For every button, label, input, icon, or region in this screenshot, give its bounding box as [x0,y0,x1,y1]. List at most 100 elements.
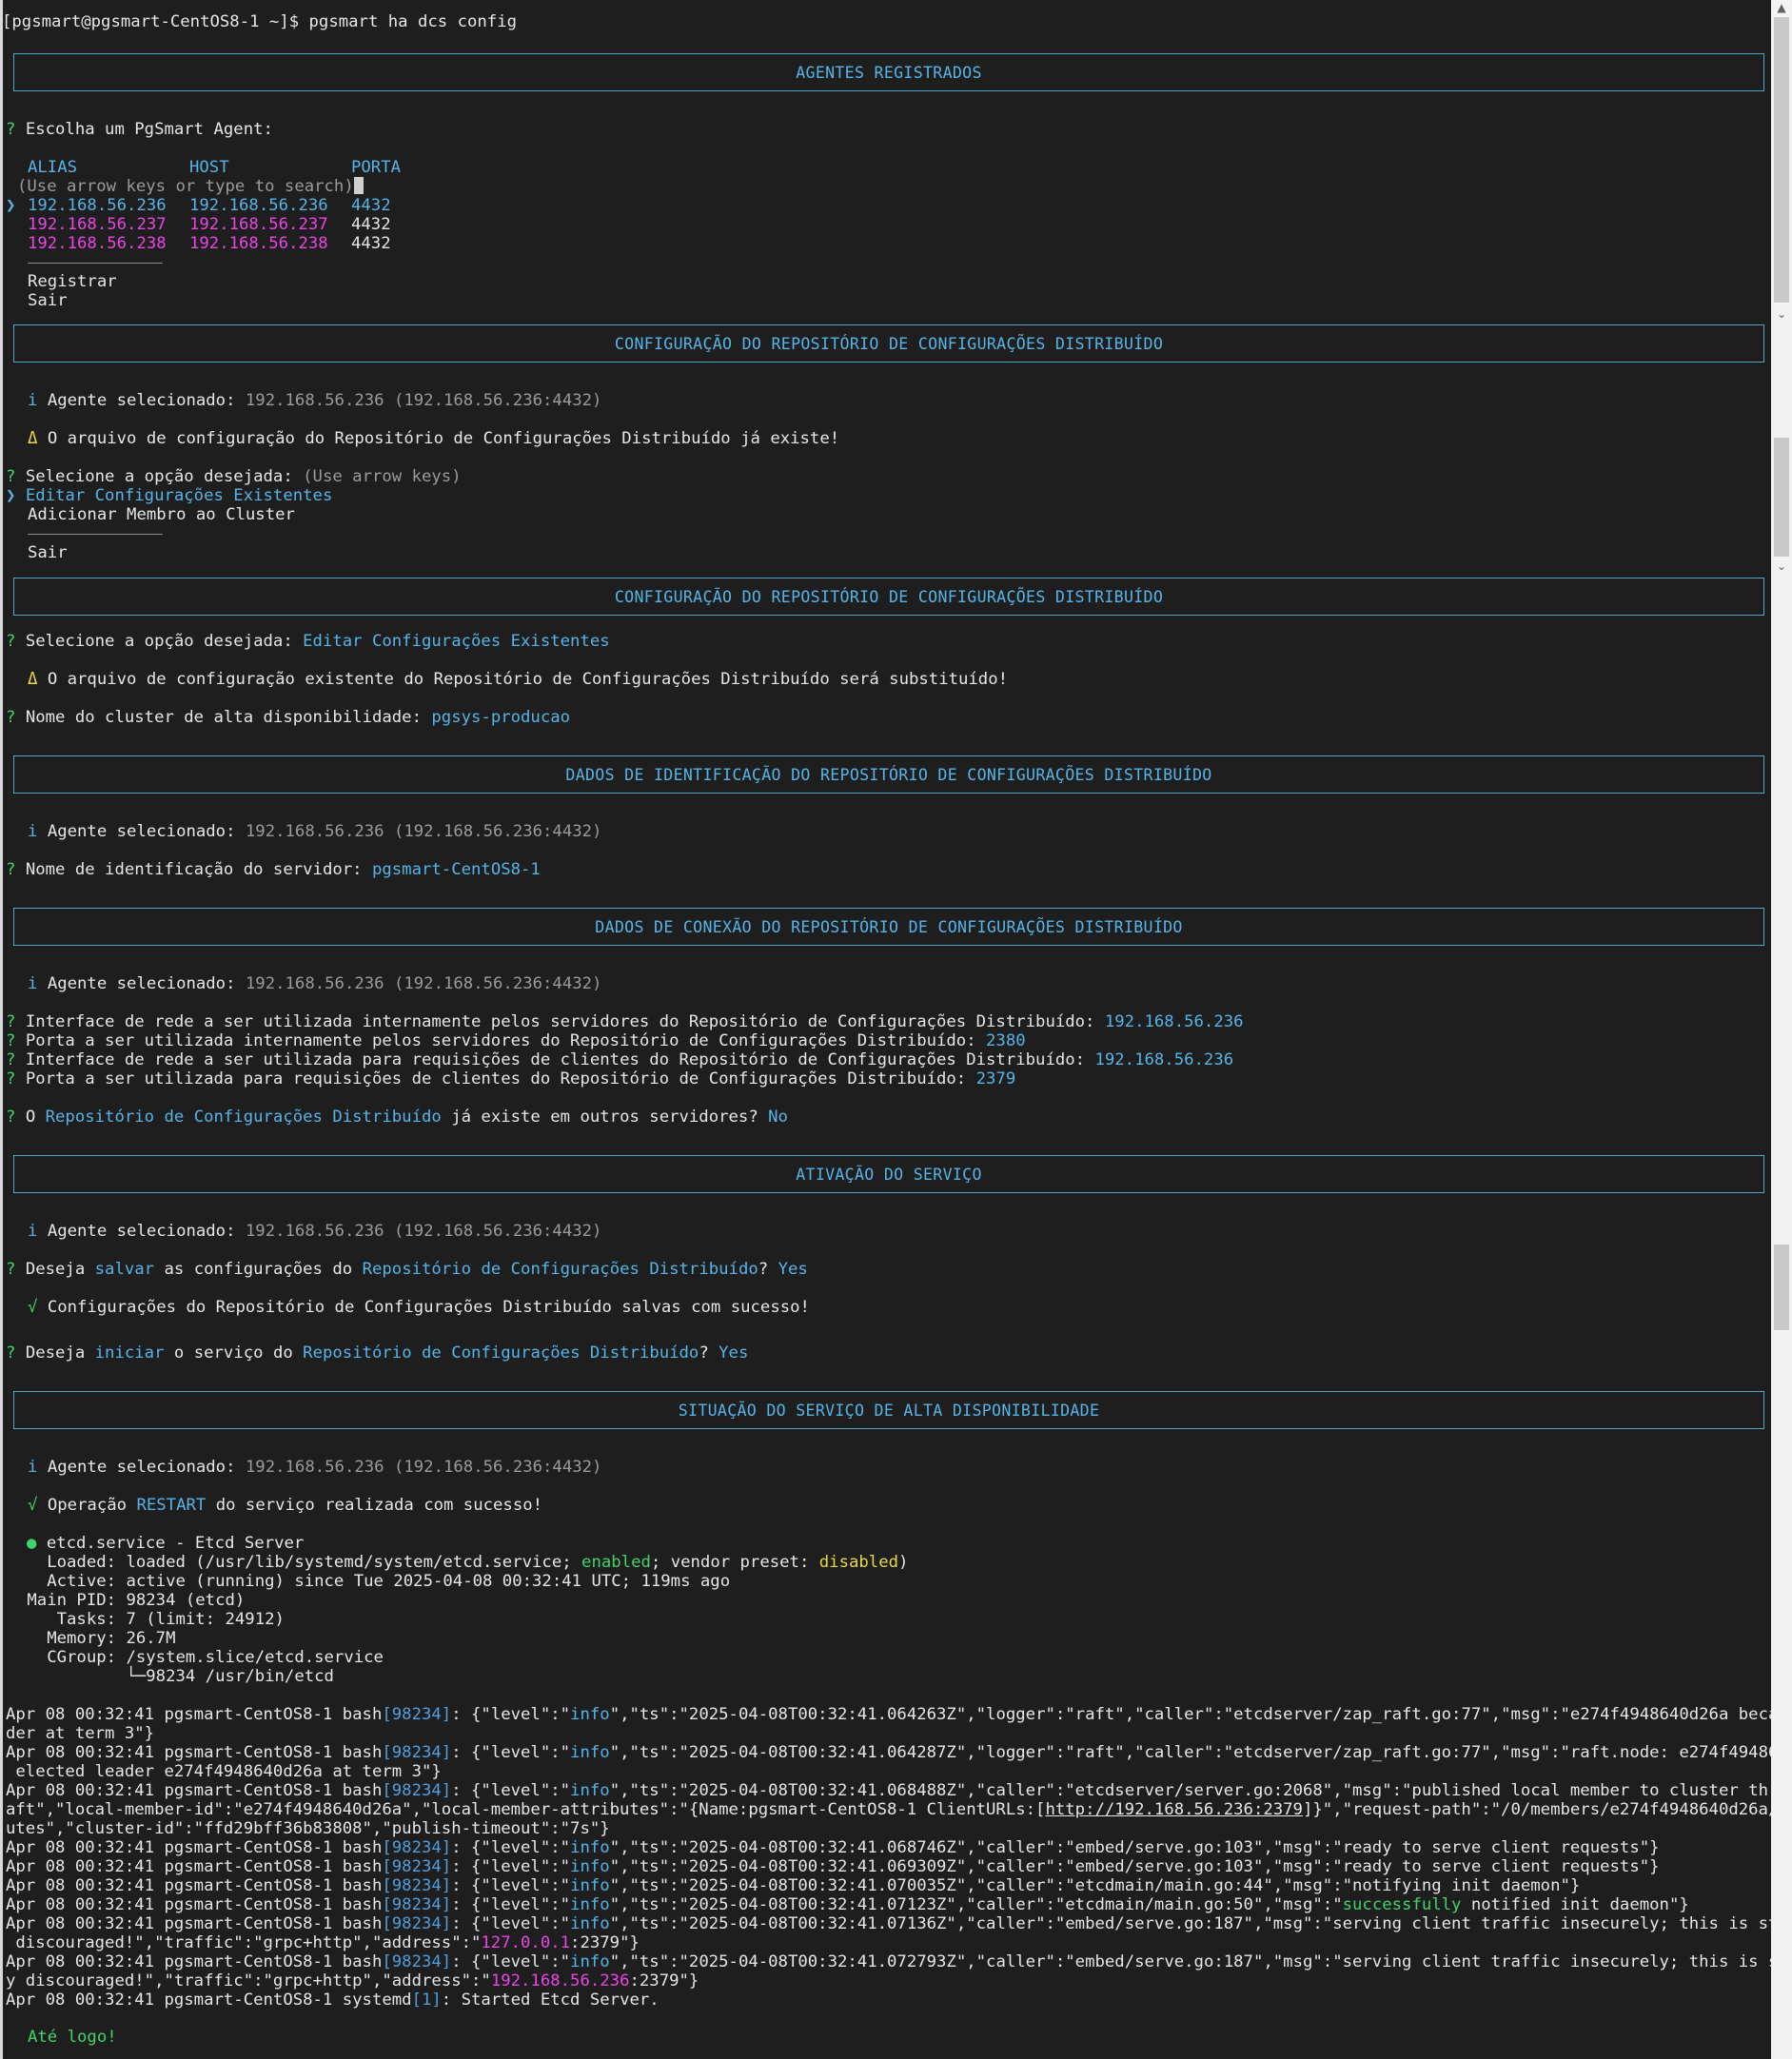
agent-row-3-port[interactable]: 4432 [351,234,391,253]
service-mainpid-line: Main PID: 98234 (etcd) [17,1591,246,1610]
text-cursor [353,177,364,194]
question-mark-icon: ? [6,1260,16,1279]
info-icon: i [28,1458,38,1477]
shell-prompt-line: [pgsmart@pgsmart-CentOS8-1 ~]$ pgsmart h… [2,12,517,31]
agent-row-2-host[interactable]: 192.168.56.237 [189,215,328,234]
check-icon: √ [28,1298,38,1317]
dcs-menu-option-add[interactable]: Adicionar Membro ao Cluster [28,505,295,524]
chevron-down-icon[interactable]: ⌄ [1771,306,1792,322]
agent-info-line: i Agente selecionado: 192.168.56.236 (19… [28,1458,602,1477]
prompt-prefix: [pgsmart@pgsmart-CentOS8-1 ~]$ [2,12,309,31]
question-mark-icon: ? [6,1050,16,1069]
dcs-exists-warning: Δ O arquivo de configuração do Repositór… [28,429,840,448]
log-line-9-wrap: y discouraged!","traffic":"grpc+http","a… [6,1971,699,1990]
log-line-5: Apr 08 00:32:41 pgsmart-CentOS8-1 bash[9… [6,1857,1660,1876]
check-icon: √ [28,1496,38,1515]
scroll-up-icon[interactable]: ▲ [1771,0,1792,15]
restart-success-line: √ Operação RESTART do serviço realizada … [28,1496,543,1515]
prompt-command: pgsmart ha dcs config [308,12,518,31]
log-line-8: Apr 08 00:32:41 pgsmart-CentOS8-1 bash[9… [6,1914,1792,1933]
agent-row-1[interactable]: ❯ [6,196,15,215]
agent-row-3-alias[interactable]: 192.168.56.238 [28,234,167,253]
warning-icon: Δ [28,429,38,448]
section-header-status: SITUAÇÃO DO SERVIÇO DE ALTA DISPONIBILID… [13,1391,1764,1429]
section-title: ATIVAÇÃO DO SERVIÇO [796,1165,982,1184]
window-left-edge [0,0,3,2059]
save-config-line: ? Deseja salvar as configurações do Repo… [6,1260,808,1279]
question-mark-icon: ? [6,120,16,139]
agent-row-1-alias[interactable]: 192.168.56.236 [28,196,167,215]
agent-col-host: HOST [189,158,229,177]
section-header-dcs-config-2: CONFIGURAÇÃO DO REPOSITÓRIO DE CONFIGURA… [13,578,1764,616]
menu-separator [28,263,163,264]
log-line-1: Apr 08 00:32:41 pgsmart-CentOS8-1 bash[9… [6,1705,1792,1724]
section-title: DADOS DE CONEXÃO DO REPOSITÓRIO DE CONFI… [595,917,1183,936]
dcs-menu-option-edit[interactable]: ❯ Editar Configurações Existentes [6,486,332,505]
service-active-line: Active: active (running) since Tue 2025-… [17,1572,731,1591]
section-title: CONFIGURAÇÃO DO REPOSITÓRIO DE CONFIGURA… [614,334,1164,353]
info-icon: i [28,974,38,993]
menu-item-register[interactable]: Registrar [28,272,117,291]
info-icon: i [28,822,38,841]
dcs-menu-question: ? Selecione a opção desejada: (Use arrow… [6,467,462,486]
server-name-line: ? Nome de identificação do servidor: pgs… [6,860,541,879]
service-memory-line: Memory: 26.7M [17,1629,176,1648]
saved-success-line: √ Configurações do Repositório de Config… [28,1298,810,1317]
agent-col-port: PORTA [351,158,402,177]
question-mark-icon: ? [6,467,16,486]
log-line-3: Apr 08 00:32:41 pgsmart-CentOS8-1 bash[9… [6,1781,1792,1800]
log-line-8-wrap: discouraged!","traffic":"grpc+http","add… [6,1933,640,1952]
farewell-message: Até logo! [28,2028,117,2047]
vertical-scrollbar[interactable]: ▲ ⌄ ⌄ [1771,0,1792,2059]
agent-col-alias: ALIAS [28,158,78,177]
dcs-exists-line: ? O Repositório de Configurações Distrib… [6,1108,788,1127]
log-line-2: Apr 08 00:32:41 pgsmart-CentOS8-1 bash[9… [6,1743,1792,1762]
start-service-line: ? Deseja iniciar o serviço do Repositóri… [6,1343,749,1363]
info-icon: i [28,391,38,410]
scrollbar-thumb-3[interactable] [1774,1245,1789,1330]
dcs-menu-option-exit[interactable]: Sair [28,543,68,562]
question-mark-icon: ? [6,1012,16,1031]
scrollbar-thumb-1[interactable] [1774,17,1789,303]
agent-row-2-alias[interactable]: 192.168.56.237 [28,215,167,234]
section-header-identification: DADOS DE IDENTIFICAÇÃO DO REPOSITÓRIO DE… [13,755,1764,794]
question-mark-icon: ? [6,1343,16,1363]
peer-port-line: ? Porta a ser utilizada internamente pel… [6,1031,1026,1050]
agent-select-hint: (Use arrow keys or type to search) [17,177,364,196]
agent-info-line: i Agente selecionado: 192.168.56.236 (19… [28,1222,602,1241]
agent-info-line: i Agente selecionado: 192.168.56.236 (19… [28,822,602,841]
section-title: SITUAÇÃO DO SERVIÇO DE ALTA DISPONIBILID… [678,1401,1100,1420]
client-url-link[interactable]: http://192.168.56.236:2379 [1045,1800,1303,1819]
client-port-line: ? Porta a ser utilizada para requisições… [6,1069,1016,1088]
terminal-output[interactable]: [pgsmart@pgsmart-CentOS8-1 ~]$ pgsmart h… [2,0,1792,2059]
agent-row-2-port[interactable]: 4432 [351,215,391,234]
service-name-line: ● etcd.service - Etcd Server [27,1534,305,1553]
section-title: DADOS DE IDENTIFICAÇÃO DO REPOSITÓRIO DE… [565,765,1212,784]
question-mark-icon: ? [6,708,16,727]
log-line-6: Apr 08 00:32:41 pgsmart-CentOS8-1 bash[9… [6,1876,1581,1895]
question-mark-icon: ? [6,1069,16,1088]
section-title: AGENTES REGISTRADOS [796,63,982,82]
log-line-systemd: Apr 08 00:32:41 pgsmart-CentOS8-1 system… [6,1990,660,2010]
menu-separator [28,534,163,535]
agent-info-line: i Agente selecionado: 192.168.56.236 (19… [28,391,602,410]
agent-row-3-host[interactable]: 192.168.56.238 [189,234,328,253]
menu-item-exit[interactable]: Sair [28,291,68,310]
service-cgroup-line: CGroup: /system.slice/etcd.service [17,1648,384,1667]
log-line-9: Apr 08 00:32:41 pgsmart-CentOS8-1 bash[9… [6,1952,1792,1971]
client-interface-line: ? Interface de rede a ser utilizada para… [6,1050,1234,1069]
question-mark-icon: ? [6,1031,16,1050]
log-line-7: Apr 08 00:32:41 pgsmart-CentOS8-1 bash[9… [6,1895,1689,1914]
scrollbar-thumb-2[interactable] [1774,438,1789,557]
agent-row-1-host[interactable]: 192.168.56.236 [189,196,328,215]
log-line-3-wrap-2: utes","cluster-id":"ffd29bff36b83808","p… [6,1819,610,1838]
log-line-2-wrap: elected leader e274f4948640d26a at term … [6,1762,442,1781]
peer-interface-line: ? Interface de rede a ser utilizada inte… [6,1012,1244,1031]
agent-row-1-port[interactable]: 4432 [351,196,391,215]
section-header-agents: AGENTES REGISTRADOS [13,53,1764,91]
agent-select-question: ? Escolha um PgSmart Agent: [6,120,273,139]
service-cgroup-child-line: └─98234 /usr/bin/etcd [17,1667,334,1686]
chevron-down-icon[interactable]: ⌄ [1771,559,1792,574]
question-mark-icon: ? [6,1108,16,1127]
status-dot-icon: ● [27,1534,37,1553]
